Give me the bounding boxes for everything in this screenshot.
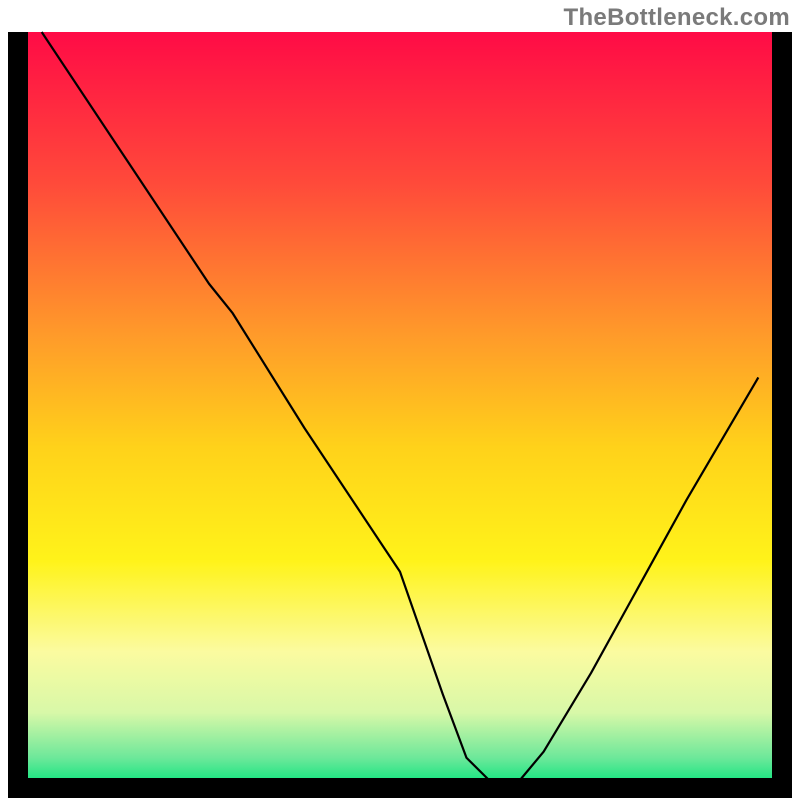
bottleneck-chart: TheBottleneck.com	[0, 0, 800, 800]
attribution-text: TheBottleneck.com	[564, 4, 790, 32]
plot-background	[18, 32, 782, 788]
chart-svg	[0, 0, 800, 800]
